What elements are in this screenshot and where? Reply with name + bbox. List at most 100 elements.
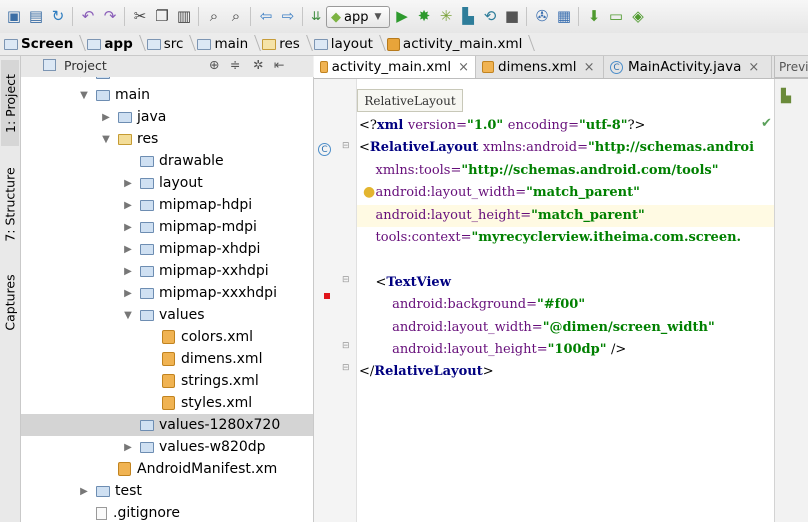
close-icon[interactable]: × [748, 60, 759, 75]
make-project-icon[interactable]: ⇊ [306, 6, 326, 26]
expand-right-icon[interactable]: ▶ [121, 200, 135, 211]
color-swatch-icon[interactable] [324, 293, 330, 299]
lightbulb-icon[interactable]: ● [363, 184, 375, 200]
device-monitor-icon[interactable]: ◈ [628, 6, 648, 26]
undo-icon[interactable]: ↶ [78, 6, 98, 26]
settings-icon[interactable]: ✇ [532, 6, 552, 26]
sdk-manager-icon[interactable]: ⬇ [584, 6, 604, 26]
find-icon[interactable]: ⌕ [204, 6, 224, 26]
expand-right-icon[interactable]: ▶ [121, 266, 135, 277]
debug-icon[interactable]: ✸ [414, 6, 434, 26]
fold-icon[interactable]: ⊟ [342, 341, 350, 351]
hide-icon[interactable]: ⇤ [274, 57, 284, 72]
expand-right-icon[interactable]: ▶ [121, 178, 135, 189]
stop-icon[interactable]: ■ [502, 6, 522, 26]
sync-icon[interactable]: ↻ [48, 6, 68, 26]
expand-right-icon[interactable]: ▶ [77, 77, 91, 79]
apply-changes-icon[interactable]: ▙ [458, 6, 478, 26]
tab-captures[interactable]: Captures [1, 262, 19, 342]
collapse-all-icon[interactable]: ≑ [230, 57, 240, 72]
close-icon[interactable]: × [458, 60, 469, 75]
breadcrumb-item-screen[interactable]: Screen [0, 33, 83, 55]
tree-item[interactable]: colors.xml [21, 326, 313, 348]
tree-item[interactable]: strings.xml [21, 370, 313, 392]
copy-icon[interactable]: ❐ [152, 6, 172, 26]
tree-item[interactable]: ▼ values [21, 304, 313, 326]
tree-item[interactable]: values-1280x720 [21, 414, 313, 436]
tree-item[interactable]: ▶ mipmap-xxhdpi [21, 260, 313, 282]
gear-icon[interactable]: ✲ [253, 57, 263, 72]
rerun-icon[interactable]: ⟲ [480, 6, 500, 26]
avd-manager-icon[interactable]: ▭ [606, 6, 626, 26]
expand-right-icon[interactable]: ▶ [121, 442, 135, 453]
folder-icon [140, 177, 154, 189]
expand-right-icon[interactable]: ▶ [77, 486, 91, 497]
run-config-select[interactable]: ◆ app ▼ [326, 6, 390, 28]
folder-icon [140, 243, 154, 255]
tree-item[interactable]: ▼ res [21, 128, 313, 150]
tab-structure[interactable]: 7: Structure [1, 156, 19, 252]
fold-icon[interactable]: ⊟ [342, 363, 350, 373]
expand-down-icon[interactable]: ▼ [121, 310, 135, 321]
breadcrumb-item-src[interactable]: src [143, 33, 194, 55]
cut-icon[interactable]: ✂ [130, 6, 150, 26]
attach-debugger-icon[interactable]: ✳ [436, 6, 456, 26]
preview-tab[interactable]: Previ [774, 56, 808, 78]
expand-right-icon[interactable]: ▶ [99, 112, 113, 123]
tree-item[interactable]: ▶ values-w820dp [21, 436, 313, 458]
tree-item[interactable]: AndroidManifest.xm [21, 458, 313, 480]
scroll-from-source-icon[interactable]: ⊕ [209, 57, 219, 72]
tree-item[interactable]: ▶ mipmap-xxxhdpi [21, 282, 313, 304]
fold-icon[interactable]: ⊟ [342, 275, 350, 285]
breadcrumb-item-layout[interactable]: layout [310, 33, 383, 55]
tree-item[interactable]: ▶ test [21, 480, 313, 502]
tree-item[interactable]: ▶ mipmap-xhdpi [21, 238, 313, 260]
tree-item[interactable]: .gitignore [21, 502, 313, 522]
tree-item[interactable]: ▼ main [21, 84, 313, 106]
tab-project[interactable]: 1: Project [1, 60, 19, 146]
breadcrumb-item-app[interactable]: app [83, 33, 142, 55]
save-all-icon[interactable]: ▤ [26, 6, 46, 26]
tree-item[interactable]: ▶ mipmap-mdpi [21, 216, 313, 238]
paste-icon[interactable]: ▥ [174, 6, 194, 26]
tab-main-activity[interactable]: C MainActivity.java × [604, 56, 772, 78]
code-editor[interactable]: <?xml version="1.0" encoding="utf-8"?> <R… [357, 79, 774, 522]
project-structure-icon[interactable]: ▦ [554, 6, 574, 26]
project-panel-title[interactable]: Project [64, 58, 107, 73]
expand-right-icon[interactable]: ▶ [121, 288, 135, 299]
tree-item[interactable]: ▶ layout [21, 172, 313, 194]
tree-item[interactable]: ▶ java [21, 106, 313, 128]
close-icon[interactable]: × [584, 60, 595, 75]
tree-item[interactable]: dimens.xml [21, 348, 313, 370]
open-icon[interactable]: ▣ [4, 6, 24, 26]
run-icon[interactable]: ▶ [392, 6, 412, 26]
device-icon[interactable]: ▙ [781, 89, 791, 104]
tooltip-text: RelativeLayout [364, 93, 456, 108]
tree-item[interactable]: ▶ mipmap-hdpi [21, 194, 313, 216]
expand-right-icon[interactable]: ▶ [121, 244, 135, 255]
redo-icon[interactable]: ↷ [100, 6, 120, 26]
breadcrumb-item-res[interactable]: res [258, 33, 310, 55]
tab-dimens[interactable]: dimens.xml × [476, 56, 604, 78]
back-icon[interactable]: ⇦ [256, 6, 276, 26]
fold-icon[interactable]: ⊟ [342, 141, 350, 151]
class-gutter-icon[interactable]: C [318, 141, 336, 156]
breadcrumb-item-main[interactable]: main [193, 33, 258, 55]
tree-item-label: colors.xml [181, 329, 254, 345]
tree-item[interactable]: ▶ androidTest [21, 77, 313, 84]
expand-down-icon[interactable]: ▼ [77, 90, 91, 101]
main-toolbar: ▣ ▤ ↻ ↶ ↷ ✂ ❐ ▥ ⌕ ⌕ ⇦ ⇨ ⇊ ◆ app ▼ ▶ ✸ ✳ … [0, 0, 808, 34]
tree-item-label: java [137, 109, 167, 125]
expand-right-icon[interactable]: ▶ [121, 222, 135, 233]
code-token: "100dp" [547, 342, 612, 357]
forward-icon[interactable]: ⇨ [278, 6, 298, 26]
replace-icon[interactable]: ⌕ [226, 6, 246, 26]
tree-item[interactable]: drawable [21, 150, 313, 172]
code-token: "1.0" [467, 118, 508, 133]
tree-item[interactable]: styles.xml [21, 392, 313, 414]
tab-activity-main[interactable]: activity_main.xml × [314, 56, 476, 78]
expand-down-icon[interactable]: ▼ [99, 134, 113, 145]
breadcrumb-item-file[interactable]: activity_main.xml [383, 33, 532, 55]
